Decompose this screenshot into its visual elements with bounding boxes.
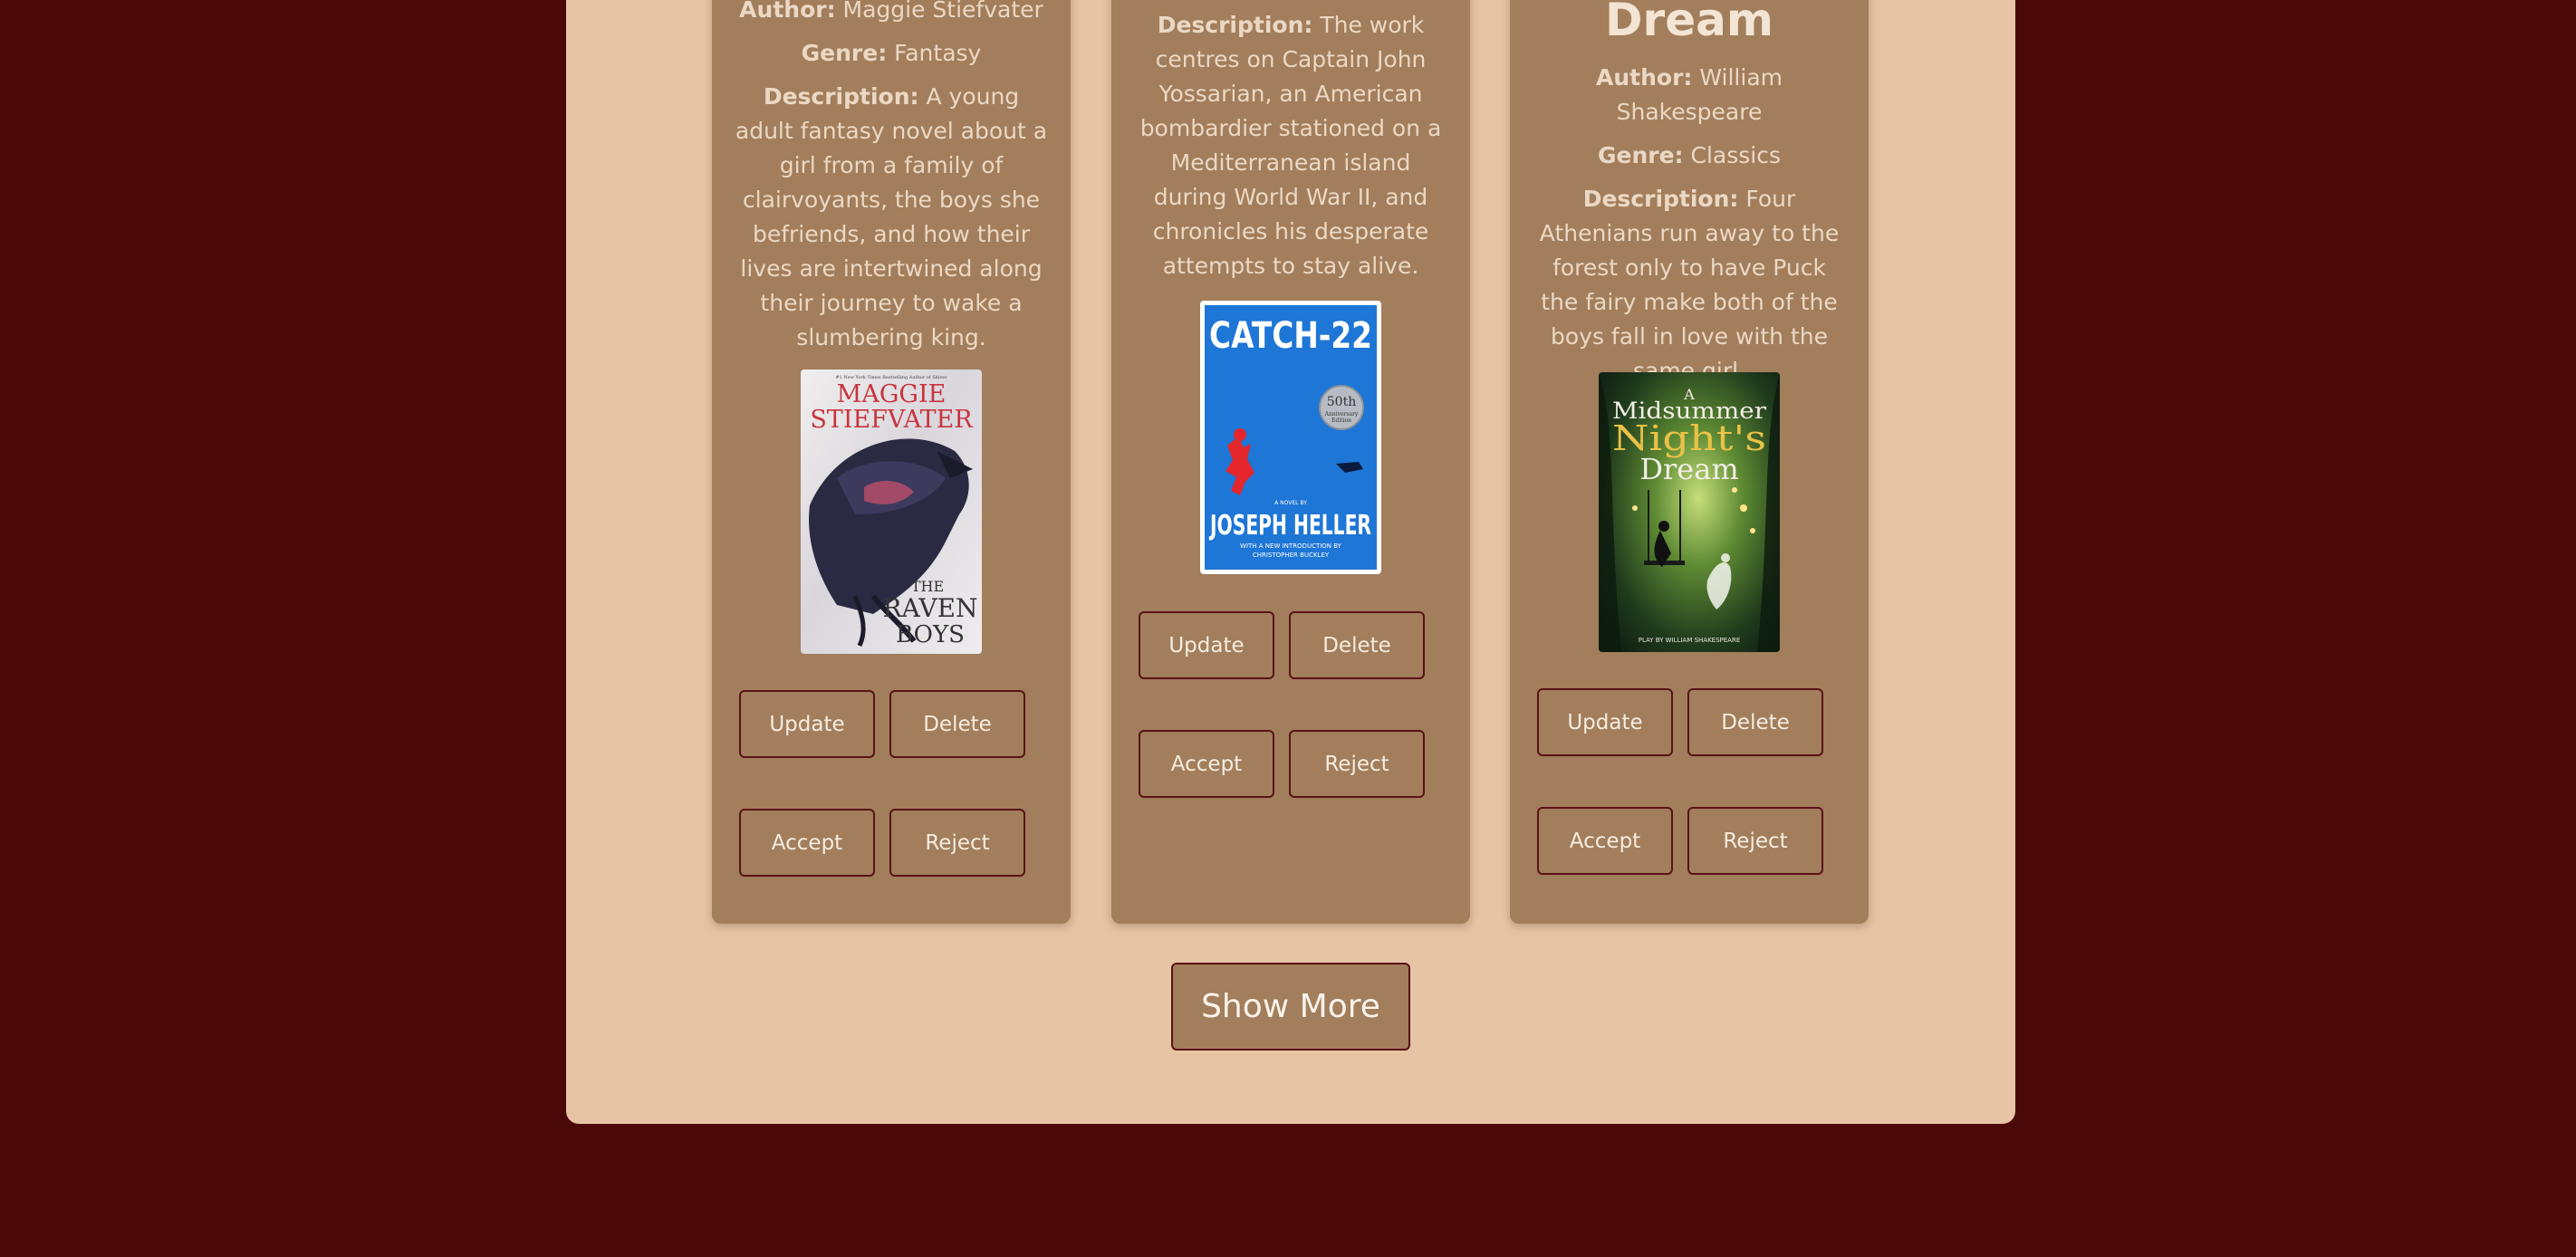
delete-button[interactable]: Delete	[1687, 688, 1823, 756]
cover-title-line3: BOYS	[896, 621, 965, 648]
cover-byline: A NOVEL BY	[1274, 500, 1307, 506]
book-info: Description: The work centres on Captain…	[1133, 8, 1448, 293]
book-cover-image: A Midsummer Night's Dream PLAY BY WILLIA…	[1599, 372, 1780, 652]
book-info: Author: Maggie Stiefvater Genre: Fantasy…	[734, 0, 1049, 364]
description-value: Four Athenians run away to the forest on…	[1539, 186, 1840, 384]
book-card: Description: The work centres on Captain…	[1111, 0, 1470, 924]
cover-badge-line1: Anniversary	[1324, 411, 1359, 417]
genre-value: Fantasy	[894, 40, 982, 66]
description-label: Description:	[1582, 186, 1739, 212]
accept-button[interactable]: Accept	[739, 809, 875, 877]
cover-intro-line1: WITH A NEW INTRODUCTION BY	[1240, 542, 1342, 550]
author-label: Author:	[1596, 64, 1693, 91]
cover-author-line2: STIEFVATER	[810, 406, 973, 434]
author-value: Maggie Stiefvater	[842, 0, 1043, 23]
book-card: Dream Author: William Shakespeare Genre:…	[1510, 0, 1869, 924]
reject-button[interactable]: Reject	[1289, 730, 1425, 798]
update-button[interactable]: Update	[739, 690, 875, 758]
author-line: Author: William Shakespeare	[1532, 61, 1847, 130]
book-info: Author: William Shakespeare Genre: Class…	[1532, 61, 1847, 398]
genre-value: Classics	[1690, 142, 1782, 168]
cover-title: CATCH-22	[1209, 315, 1372, 357]
show-more-button[interactable]: Show More	[1171, 963, 1410, 1051]
description-label: Description:	[763, 83, 919, 110]
description-value: The work centres on Captain John Yossari…	[1139, 12, 1442, 279]
description-value: A young adult fantasy novel about a girl…	[735, 83, 1048, 350]
delete-button[interactable]: Delete	[1289, 611, 1425, 679]
update-button[interactable]: Update	[1537, 688, 1673, 756]
author-label: Author:	[739, 0, 836, 23]
accept-button[interactable]: Accept	[1139, 730, 1274, 798]
cover-line4: Dream	[1639, 452, 1738, 486]
genre-label: Genre:	[801, 40, 888, 66]
cover-badge-number: 50th	[1327, 395, 1356, 409]
description-label: Description:	[1157, 12, 1313, 38]
cover-badge-line2: Edition	[1331, 417, 1351, 424]
description-line: Description: Four Athenians run away to …	[1532, 182, 1847, 389]
genre-line: Genre: Fantasy	[734, 36, 1049, 71]
cover-title-line2: RAVEN	[882, 593, 977, 623]
cover-author: JOSEPH HELLER	[1209, 510, 1371, 542]
book-cover-image: CATCH-22 50th Anniversary Edition A NOVE…	[1200, 301, 1381, 574]
description-line: Description: A young adult fantasy novel…	[734, 80, 1049, 355]
cover-footer: PLAY BY WILLIAM SHAKESPEARE	[1639, 637, 1741, 644]
delete-button[interactable]: Delete	[889, 690, 1025, 758]
author-line: Author: Maggie Stiefvater	[734, 0, 1049, 27]
accept-button[interactable]: Accept	[1537, 807, 1673, 875]
book-card: Author: Maggie Stiefvater Genre: Fantasy…	[712, 0, 1071, 924]
genre-label: Genre:	[1597, 142, 1684, 168]
reject-button[interactable]: Reject	[889, 809, 1025, 877]
reject-button[interactable]: Reject	[1687, 807, 1823, 875]
cover-author-line1: MAGGIE	[837, 380, 947, 408]
book-cover-image: #1 New York Times Bestselling Author of …	[801, 369, 982, 654]
cover-intro-line2: CHRISTOPHER BUCKLEY	[1253, 552, 1330, 559]
genre-line: Genre: Classics	[1532, 139, 1847, 173]
description-line: Description: The work centres on Captain…	[1133, 8, 1448, 283]
update-button[interactable]: Update	[1139, 611, 1274, 679]
book-title: Dream	[1605, 0, 1773, 46]
